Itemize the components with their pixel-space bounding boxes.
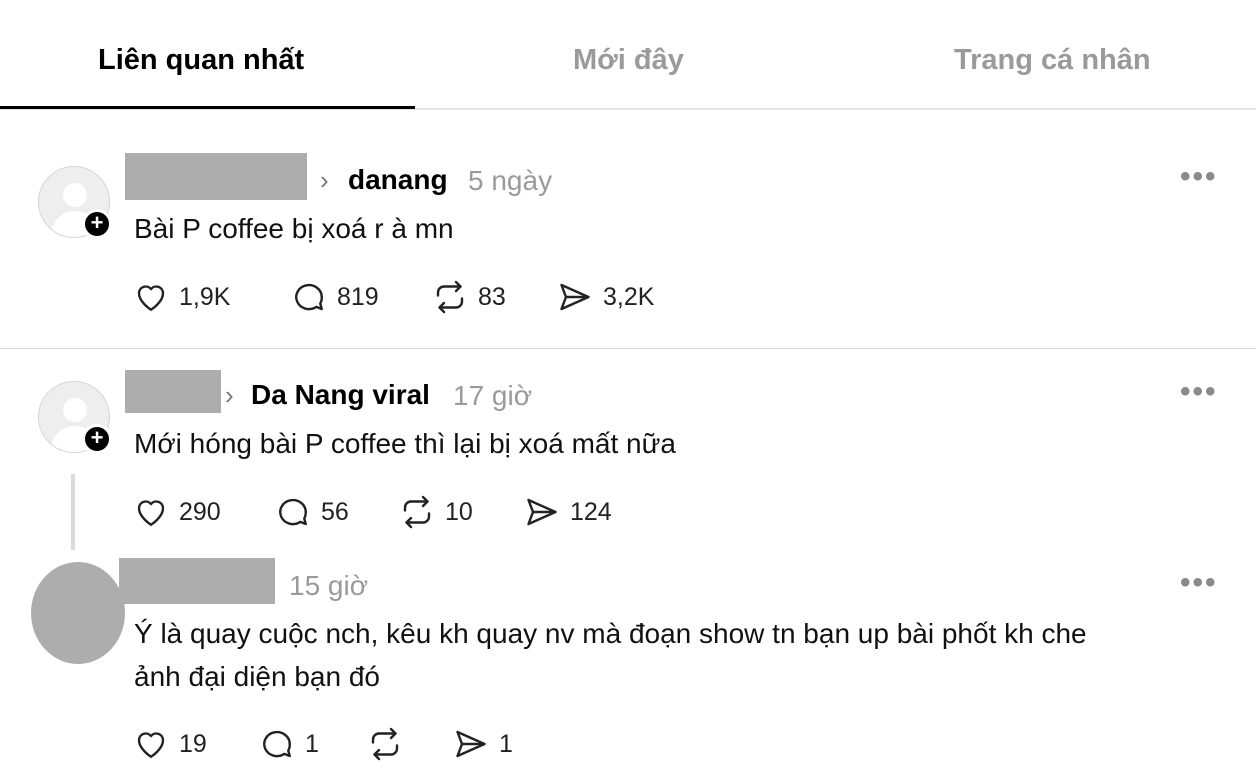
post-text: Mới hóng bài P coffee thì lại bị xoá mất… bbox=[134, 428, 676, 459]
tab-recent[interactable]: Mới đây bbox=[573, 44, 684, 77]
post-time: 17 giờ bbox=[453, 380, 533, 411]
tab-profile[interactable]: Trang cá nhân bbox=[954, 44, 1151, 77]
post-time: 5 ngày bbox=[468, 165, 553, 196]
share-button[interactable]: 124 bbox=[524, 492, 612, 532]
post-text: Bài P coffee bị xoá r à mn bbox=[134, 213, 454, 244]
comment-button[interactable]: 1 bbox=[259, 724, 319, 764]
more-options-icon[interactable]: ••• bbox=[1180, 375, 1218, 409]
tab-most-relevant[interactable]: Liên quan nhất bbox=[98, 44, 304, 77]
share-count: 1 bbox=[499, 729, 513, 758]
like-button[interactable]: 19 bbox=[133, 724, 207, 764]
share-button[interactable]: 1 bbox=[453, 724, 513, 764]
send-icon bbox=[456, 730, 486, 758]
active-tab-indicator bbox=[0, 106, 415, 109]
share-button[interactable]: 3,2K bbox=[557, 277, 654, 317]
more-options-icon[interactable]: ••• bbox=[1180, 160, 1218, 194]
send-icon bbox=[527, 498, 557, 526]
more-options-icon[interactable]: ••• bbox=[1180, 566, 1218, 600]
like-button[interactable]: 290 bbox=[133, 492, 221, 532]
follow-plus-icon[interactable]: + bbox=[82, 209, 112, 239]
like-count: 1,9K bbox=[179, 282, 231, 311]
send-icon bbox=[560, 283, 590, 311]
redacted-username bbox=[119, 558, 275, 604]
post-text-line-2: ảnh đại diện bạn đó bbox=[134, 661, 380, 692]
comment-button[interactable]: 56 bbox=[275, 492, 349, 532]
repost-count: 10 bbox=[445, 497, 473, 526]
comment-count: 819 bbox=[337, 282, 379, 311]
post-time: 15 giờ bbox=[289, 570, 369, 601]
post-text-line-1: Ý là quay cuộc nch, kêu kh quay nv mà đo… bbox=[134, 618, 1087, 649]
repost-icon bbox=[371, 727, 399, 761]
repost-count: 83 bbox=[478, 282, 506, 311]
chevron-right-icon: › bbox=[225, 380, 234, 410]
redacted-username bbox=[125, 153, 307, 200]
community-name[interactable]: Da Nang viral bbox=[251, 379, 430, 411]
comment-bubble-icon bbox=[279, 498, 307, 526]
avatar-redacted[interactable] bbox=[31, 562, 125, 664]
repost-button[interactable]: 83 bbox=[432, 277, 506, 317]
repost-icon bbox=[436, 280, 464, 314]
comment-bubble-icon bbox=[263, 730, 291, 758]
comment-button[interactable]: 819 bbox=[291, 277, 379, 317]
community-name[interactable]: danang bbox=[348, 164, 448, 196]
like-count: 290 bbox=[179, 497, 221, 526]
comment-bubble-icon bbox=[295, 283, 323, 311]
post-divider bbox=[0, 348, 1256, 349]
repost-button[interactable]: 10 bbox=[399, 492, 473, 532]
redacted-username bbox=[125, 370, 221, 413]
repost-button[interactable] bbox=[367, 724, 413, 764]
share-count: 124 bbox=[570, 497, 612, 526]
chevron-right-icon: › bbox=[320, 165, 329, 195]
comment-count: 56 bbox=[321, 497, 349, 526]
share-count: 3,2K bbox=[603, 282, 655, 311]
heart-icon bbox=[137, 732, 165, 758]
heart-icon bbox=[137, 500, 165, 526]
tab-bar: Liên quan nhất Mới đây Trang cá nhân bbox=[0, 0, 1256, 110]
repost-icon bbox=[403, 495, 431, 529]
like-button[interactable]: 1,9K bbox=[133, 277, 230, 317]
heart-icon bbox=[137, 285, 165, 311]
follow-plus-icon[interactable]: + bbox=[82, 424, 112, 454]
like-count: 19 bbox=[179, 729, 207, 758]
thread-line bbox=[71, 474, 75, 550]
comment-count: 1 bbox=[305, 729, 319, 758]
